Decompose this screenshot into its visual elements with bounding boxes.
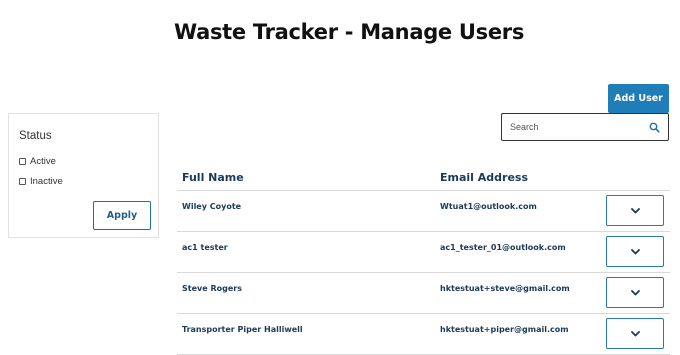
chevron-down-icon — [630, 289, 640, 295]
search-icon[interactable] — [649, 122, 660, 133]
row-expand-button[interactable] — [606, 318, 664, 349]
user-email: hktestuat+piper@gmail.com — [440, 325, 569, 334]
filter-option-active[interactable]: Active — [19, 156, 56, 167]
row-expand-button[interactable] — [606, 236, 664, 267]
status-filter-panel: Status Active Inactive Apply — [8, 113, 159, 238]
table-header: Full Name Email Address — [177, 168, 670, 191]
user-email: hktestuat+steve@gmail.com — [440, 284, 570, 293]
user-full-name: Transporter Piper Halliwell — [182, 325, 303, 334]
column-header-full-name: Full Name — [182, 171, 244, 184]
row-expand-button[interactable] — [606, 195, 664, 226]
chevron-down-icon — [630, 207, 640, 213]
filter-option-label: Active — [30, 156, 56, 167]
user-email: ac1_tester_01@outlook.com — [440, 243, 566, 252]
search-input[interactable] — [510, 122, 649, 132]
filter-option-inactive[interactable]: Inactive — [19, 176, 63, 187]
search-box[interactable] — [501, 113, 669, 141]
user-full-name: Wiley Coyote — [182, 202, 242, 211]
apply-button[interactable]: Apply — [93, 201, 151, 230]
inactive-checkbox[interactable] — [19, 178, 26, 185]
user-full-name: ac1 tester — [182, 243, 228, 252]
filter-option-label: Inactive — [30, 176, 63, 187]
user-email: Wtuat1@outlook.com — [440, 202, 537, 211]
table-row: Steve Rogers hktestuat+steve@gmail.com — [177, 273, 670, 314]
table-row: Transporter Piper Halliwell hktestuat+pi… — [177, 314, 670, 355]
filter-title: Status — [19, 130, 52, 142]
table-row: Wiley Coyote Wtuat1@outlook.com — [177, 191, 670, 232]
table-row: ac1 tester ac1_tester_01@outlook.com — [177, 232, 670, 273]
chevron-down-icon — [630, 248, 640, 254]
row-expand-button[interactable] — [606, 277, 664, 308]
users-table: Full Name Email Address Wiley Coyote Wtu… — [177, 168, 670, 355]
active-checkbox[interactable] — [19, 158, 26, 165]
chevron-down-icon — [630, 330, 640, 336]
page-title: Waste Tracker - Manage Users — [174, 20, 525, 44]
column-header-email: Email Address — [440, 171, 529, 184]
add-user-button[interactable]: Add User — [608, 84, 669, 113]
user-full-name: Steve Rogers — [182, 284, 242, 293]
